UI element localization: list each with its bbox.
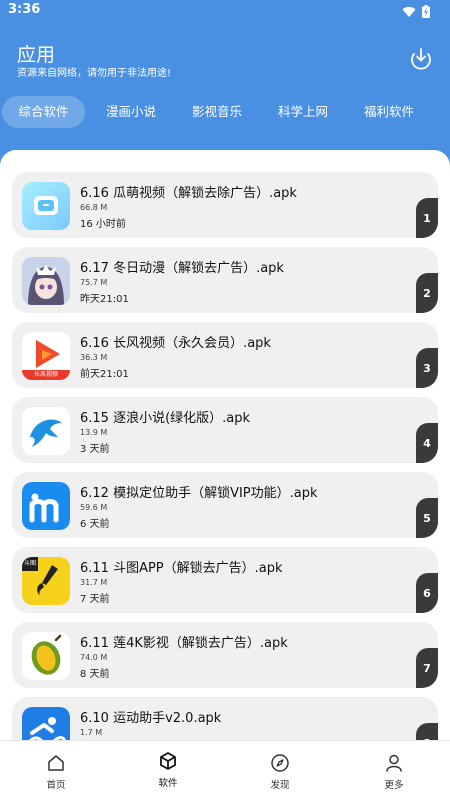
dolphin-app-icon [22,407,70,455]
location-m-app-icon [22,482,70,530]
app-card[interactable]: 6.12 模拟定位助手（解锁VIP功能）.apk 59.6 M 6 天前 5 [12,472,438,538]
app-card[interactable]: 6.17 冬日动漫（解锁去广告）.apk 75.7 M 昨天21:01 2 [12,247,438,313]
app-card[interactable]: 斗图 6.11 斗图APP（解锁去广告）.apk 31.7 M 7 天前 6 [12,547,438,613]
nav-discover-label: 发现 [270,780,290,791]
app-time: 7 天前 [80,594,110,605]
app-icon-caption: 长风视频 [33,371,58,378]
app-size: 13.9 M [80,428,108,437]
app-title: 6.17 冬日动漫（解锁去广告）.apk [80,261,284,276]
app-title: 6.11 斗图APP（解锁去广告）.apk [80,561,283,576]
nav-software-label: 软件 [158,778,178,789]
home-icon [48,755,64,771]
tab-video-music[interactable]: 影视音乐 [182,96,252,128]
app-time: 昨天21:01 [80,294,129,305]
app-time: 16 小时前 [80,219,126,230]
box-icon [160,752,176,770]
app-card[interactable]: 长风视频 6.16 长风视频（永久会员）.apk 36.3 M 前天21:01 … [12,322,438,388]
nav-more-label: 更多 [384,780,404,791]
wifi-icon [402,3,416,22]
app-time: 3 天前 [80,444,110,455]
rank-badge: 2 [416,273,438,313]
app-title: 6.16 长风视频（永久会员）.apk [80,336,271,351]
app-time: 前天21:01 [80,369,129,380]
rank-badge: 1 [416,198,438,238]
app-size: 31.7 M [80,578,108,587]
app-title: 6.15 逐浪小说(绿化版）.apk [80,411,251,426]
rank-badge: 3 [416,348,438,388]
bottom-nav: 首页 软件 发现 更多 [0,740,450,800]
category-tabs: 综合软件 漫画小说 影视音乐 科学上网 福利软件 [0,96,450,128]
nav-home[interactable]: 首页 [0,741,112,800]
app-title: 6.16 瓜萌视频（解锁去除广告）.apk [80,186,297,201]
nav-software[interactable]: 软件 [112,741,224,800]
rank-badge: 4 [416,423,438,463]
download-icon [411,48,431,70]
app-size: 75.7 M [80,278,108,287]
app-title: 6.11 莲4K影视（解锁去广告）.apk [80,636,288,651]
anime-girl-app-icon [22,257,70,305]
rank-badge: 7 [416,648,438,688]
play-app-icon: 长风视频 [22,332,70,380]
battery-icon [422,3,430,22]
person-icon [386,754,402,772]
app-list-sheet: 6.16 瓜萌视频（解锁去除广告）.apk 66.8 M 16 小时前 1 6.… [0,150,450,800]
app-size: 1.7 M [80,728,103,737]
app-card[interactable]: 6.15 逐浪小说(绿化版）.apk 13.9 M 3 天前 4 [12,397,438,463]
brush-app-icon: 斗图 [22,557,70,605]
app-icon-caption: 斗图 [23,560,36,567]
tab-welfare[interactable]: 福利软件 [354,96,424,128]
download-button[interactable] [408,45,434,71]
tab-comprehensive[interactable]: 综合软件 [2,96,85,128]
app-title: 6.12 模拟定位助手（解锁VIP功能）.apk [80,486,318,501]
app-size: 59.6 M [80,503,108,512]
page-subtitle: 资源来自网络，请勿用于非法用途! [17,68,172,79]
app-card[interactable]: 6.16 瓜萌视频（解锁去除广告）.apk 66.8 M 16 小时前 1 [12,172,438,238]
tab-comics-novels[interactable]: 漫画小说 [96,96,166,128]
status-bar: 3:36 [0,0,450,20]
app-title: 6.10 运动助手v2.0.apk [80,711,222,726]
page-title: 应用 [17,44,56,66]
tab-vpn[interactable]: 科学上网 [268,96,338,128]
compass-icon [271,754,289,772]
tv-app-icon [22,182,70,230]
nav-discover[interactable]: 发现 [224,741,336,800]
app-time: 8 天前 [80,669,110,680]
app-card[interactable]: 6.11 莲4K影视（解锁去广告）.apk 74.0 M 8 天前 7 [12,622,438,688]
app-time: 6 天前 [80,519,110,530]
rank-badge: 5 [416,498,438,538]
nav-home-label: 首页 [46,780,66,791]
app-size: 66.8 M [80,203,108,212]
status-time: 3:36 [8,2,41,17]
nav-more[interactable]: 更多 [338,741,450,800]
app-size: 74.0 M [80,653,108,662]
rank-badge: 6 [416,573,438,613]
app-size: 36.3 M [80,353,108,362]
durian-app-icon [22,632,70,680]
